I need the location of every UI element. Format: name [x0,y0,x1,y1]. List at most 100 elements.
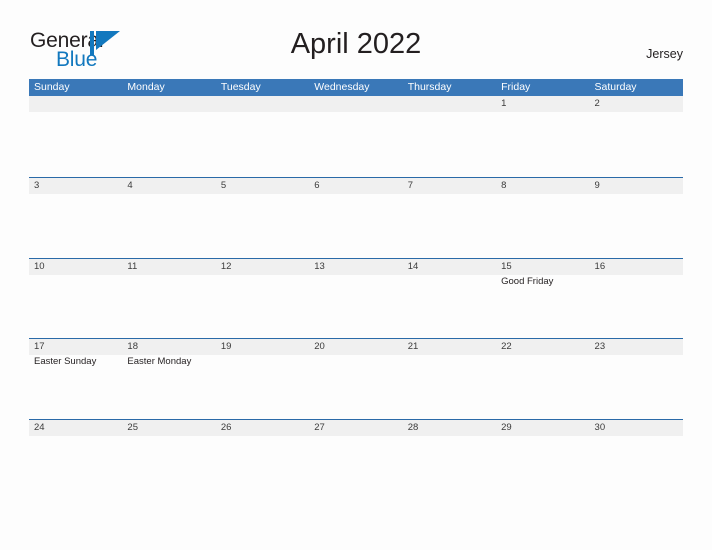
calendar-day-cell[interactable]: 3 [29,178,122,194]
calendar-day-cell[interactable]: 17 Easter Sunday [29,339,122,367]
day-number: 14 [407,260,419,272]
calendar-day-cell[interactable]: 21 [403,339,496,355]
calendar-day-cell[interactable]: 22 [496,339,589,355]
calendar-grid: Sunday Monday Tuesday Wednesday Thursday… [29,79,683,499]
weekday-header-tuesday: Tuesday [220,81,261,93]
calendar-day-cell[interactable]: 12 [216,259,309,275]
calendar-day-cell[interactable]: 23 [590,339,683,355]
calendar-day-cell[interactable]: 7 [403,178,496,194]
day-number: 8 [501,180,507,191]
weekday-header-sunday: Sunday [34,81,70,93]
day-number [29,96,122,112]
day-number [309,96,402,112]
calendar-day-cell[interactable]: 16 [590,259,683,275]
calendar-day-cell[interactable]: 29 [496,420,589,436]
calendar-day-cell[interactable]: 28 [403,420,496,436]
day-number: 10 [34,260,45,272]
calendar-week-row: 24 25 26 27 28 29 30 [29,418,683,500]
calendar-day-cell[interactable]: 8 [496,178,589,194]
calendar-day-cell[interactable]: 11 [122,259,215,275]
calendar-day-cell[interactable]: 10 [29,259,122,275]
day-number: 24 [34,421,45,433]
calendar-day-cell[interactable] [403,96,496,112]
day-number: 1 [501,98,507,109]
day-number: 12 [220,260,232,272]
calendar-day-cell[interactable]: 19 [216,339,309,355]
day-number: 26 [220,421,232,433]
calendar-week-row: 12 [29,96,683,177]
page-header: General Blue April 2022 Jersey [0,0,712,79]
calendar-day-cell[interactable]: 2 [590,96,683,112]
calendar-day-cell[interactable]: 18 Easter Monday [122,339,215,367]
day-event-list: Easter Sunday [29,355,122,369]
week-number-band: 12 [29,96,683,112]
calendar-day-cell[interactable]: 25 [122,420,215,436]
day-number: 5 [220,180,227,191]
calendar-day-cell[interactable]: 14 [403,259,496,275]
weekday-header-saturday: Saturday [594,81,637,93]
day-number: 4 [127,180,133,191]
calendar-day-cell[interactable]: 20 [309,339,402,355]
day-number [216,96,309,112]
weekday-header-monday: Monday [127,81,165,93]
day-number: 17 [34,341,45,352]
day-number: 3 [34,180,40,191]
day-number: 23 [594,341,606,352]
weekday-header-thursday: Thursday [407,81,452,93]
day-number: 22 [501,341,512,352]
calendar-day-cell[interactable]: 4 [122,178,215,194]
calendar-day-cell[interactable] [216,96,309,112]
region-label: Jersey [646,47,683,61]
day-number: 30 [594,421,606,433]
day-number: 28 [407,421,419,433]
day-number: 15 [501,260,512,272]
day-event-list: Good Friday [496,275,589,289]
calendar-day-cell[interactable] [29,96,122,112]
calendar-day-cell[interactable]: 30 [590,420,683,436]
calendar-week-row: 17 Easter Sunday 18 Easter Monday 19 20 21 22 23 [29,338,683,419]
calendar-week-row: 3 4 5 6 7 8 9 [29,177,683,258]
day-number: 7 [407,180,413,191]
calendar-week-row: 10 11 12 13 14 15 Good Friday 16 [29,257,683,339]
calendar-day-cell[interactable]: 24 [29,420,122,436]
day-number: 6 [314,180,320,191]
week-number-band: 24 25 26 27 28 29 30 [29,419,683,436]
calendar-page: General Blue April 2022 Jersey Sunday Mo… [0,0,712,550]
week-number-band: 17 Easter Sunday 18 Easter Monday 19 20 21 22 23 [29,339,683,367]
week-number-band: 3 4 5 6 7 8 9 [29,178,683,194]
day-number: 18 [127,341,138,352]
calendar-day-cell[interactable]: 9 [590,178,683,194]
calendar-day-cell[interactable] [122,96,215,112]
day-number: 20 [314,341,325,352]
holiday-event-label: Good Friday [501,275,554,287]
holiday-event-label: Easter Monday [127,356,192,367]
calendar-day-cell[interactable]: 1 [496,96,589,112]
calendar-day-cell[interactable]: 6 [309,178,402,194]
day-event-list: Easter Monday [122,355,215,369]
page-title: April 2022 [290,28,422,60]
calendar-day-cell[interactable]: 5 [216,178,309,194]
day-number: 29 [501,421,512,433]
day-number: 2 [594,98,600,109]
day-number: 9 [594,180,600,191]
calendar-day-cell[interactable]: 27 [309,420,402,436]
weekday-header-row: Sunday Monday Tuesday Wednesday Thursday… [29,79,683,96]
calendar-day-cell[interactable] [309,96,402,112]
holiday-event-label: Easter Sunday [34,356,97,367]
weekday-header-friday: Friday [501,81,531,93]
week-number-band: 10 11 12 13 14 15 Good Friday 16 [29,258,683,287]
calendar-day-cell[interactable]: 13 [309,259,402,275]
day-number: 19 [220,341,232,352]
day-number: 27 [314,421,325,433]
day-number: 25 [127,421,138,433]
weekday-header-wednesday: Wednesday [314,81,370,93]
day-number: 13 [314,260,325,272]
calendar-day-cell[interactable]: 26 [216,420,309,436]
day-number: 21 [407,341,419,352]
calendar-day-cell[interactable]: 15 Good Friday [496,259,589,287]
day-number: 16 [594,260,606,272]
day-number [403,96,496,112]
day-number [122,96,215,112]
calendar-week-list: 1 2 3 4 5 6 7 8 9 10 11 12 13 14 15 Good Friday 16 17 East… [29,96,683,499]
day-number: 11 [127,260,138,272]
